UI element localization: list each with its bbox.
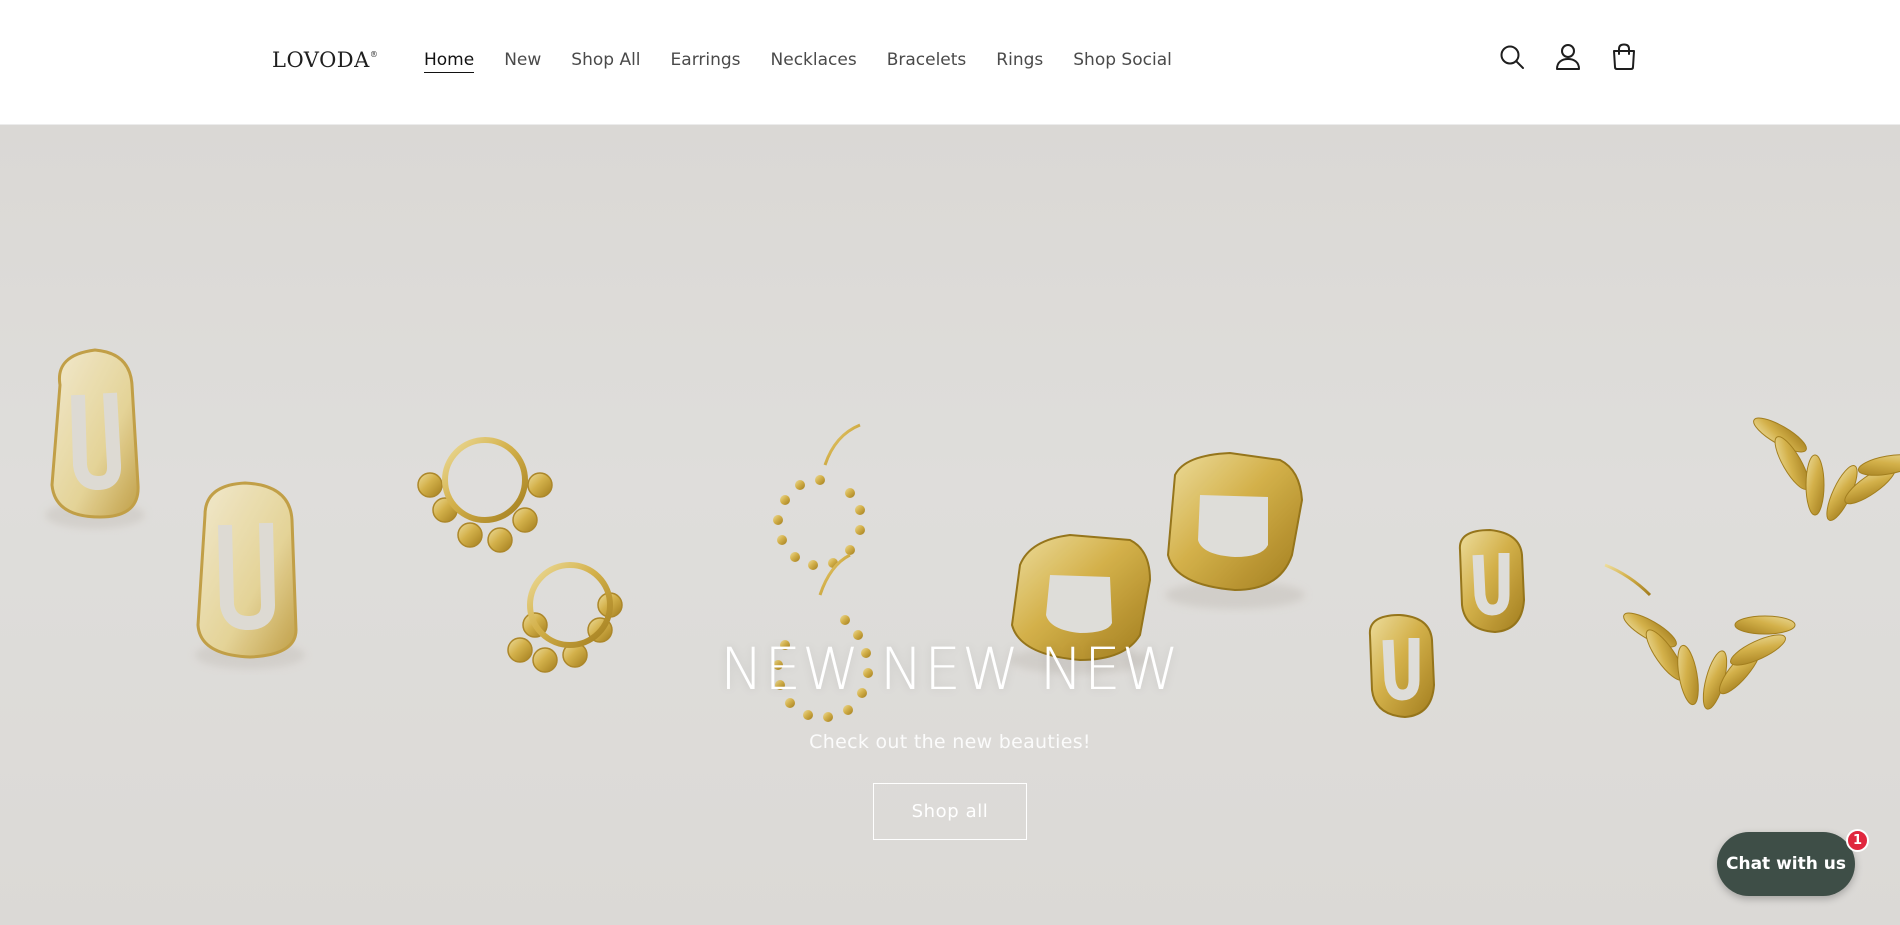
site-header: LOVODA® Home New Shop All Earrings Neckl…: [0, 0, 1900, 125]
logo[interactable]: LOVODA®: [272, 48, 378, 72]
nav-item-new[interactable]: New: [504, 50, 541, 73]
logo-mark: ®: [369, 50, 379, 59]
nav-item-shop-all[interactable]: Shop All: [571, 50, 640, 73]
hero-subtitle: Check out the new beauties!: [809, 731, 1091, 753]
nav-item-shop-social[interactable]: Shop Social: [1073, 50, 1172, 73]
logo-text: LOVODA: [272, 48, 370, 72]
search-icon[interactable]: [1498, 43, 1526, 71]
chat-button[interactable]: Chat with us: [1717, 832, 1855, 896]
nav-item-home[interactable]: Home: [424, 50, 475, 73]
hero-title: NEW NEW NEW: [719, 635, 1181, 703]
hero-content: NEW NEW NEW Check out the new beauties! …: [0, 635, 1900, 840]
nav-item-necklaces[interactable]: Necklaces: [771, 50, 857, 73]
header-icons: [1498, 43, 1638, 71]
nav-item-earrings[interactable]: Earrings: [671, 50, 741, 73]
main-nav: Home New Shop All Earrings Necklaces Bra…: [424, 50, 1172, 73]
chat-button-label: Chat with us: [1726, 854, 1846, 874]
cart-icon[interactable]: [1610, 43, 1638, 71]
nav-item-rings[interactable]: Rings: [996, 50, 1043, 73]
nav-item-bracelets[interactable]: Bracelets: [887, 50, 967, 73]
shop-all-button[interactable]: Shop all: [872, 783, 1028, 840]
chat-notification-badge: 1: [1846, 829, 1869, 852]
account-icon[interactable]: [1554, 43, 1582, 71]
hero-banner: NEW NEW NEW Check out the new beauties! …: [0, 125, 1900, 925]
